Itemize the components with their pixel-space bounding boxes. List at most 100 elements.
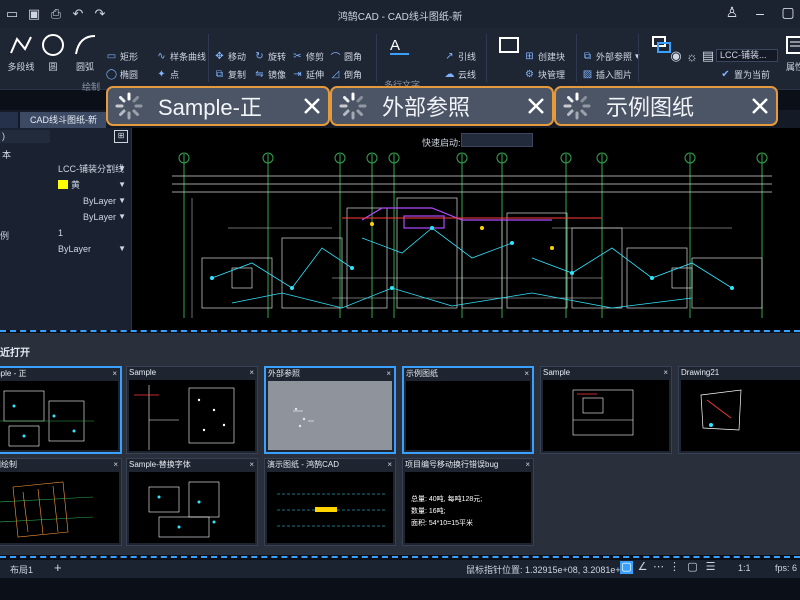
scale-value[interactable]: 1:1	[738, 563, 751, 573]
prop-row-lineweight[interactable]: ByLayer ▼	[0, 210, 132, 226]
close-icon[interactable]: ×	[525, 460, 530, 469]
chevron-down-icon: ▼	[118, 212, 126, 221]
close-icon[interactable]: ×	[663, 368, 668, 377]
floating-tab-sample-drawing[interactable]: 示例图纸	[554, 86, 778, 126]
recent-file-card[interactable]: Sample-替换字体 ×	[126, 458, 258, 546]
text-button[interactable]: A	[380, 32, 418, 58]
close-icon[interactable]: ×	[386, 369, 391, 378]
chamfer-button[interactable]: ◿ 倒角	[330, 68, 362, 81]
rotate-button[interactable]: ↻ 旋转	[254, 50, 286, 63]
set-current-button[interactable]: ✔ 置为当前	[720, 68, 770, 81]
grid-icon[interactable]: ⋮	[668, 561, 681, 574]
close-icon[interactable]	[526, 96, 546, 116]
sun-icon[interactable]: ☼	[684, 48, 700, 64]
close-icon[interactable]	[302, 96, 322, 116]
copy-button[interactable]: ⧉ 复制	[214, 68, 246, 81]
cloud-icon: ☁	[444, 69, 455, 80]
cloud-button[interactable]: ☁ 云线	[444, 68, 477, 81]
insert-image-button[interactable]: ▨ 插入图片	[582, 68, 632, 81]
block-manager-button[interactable]: ⚙ 块管理	[524, 68, 565, 81]
prop-row-layer[interactable]: LCC-铺装分割线 ▼	[0, 162, 132, 178]
extend-icon: ⇥	[293, 69, 302, 80]
prop-row-color[interactable]: 黄 ▼	[0, 178, 132, 194]
floating-tab-xref[interactable]: 外部参照	[330, 86, 554, 126]
polar-icon[interactable]: ⋯	[652, 561, 665, 574]
ellipse-icon: ◯	[105, 69, 118, 80]
close-icon[interactable]: ×	[524, 369, 529, 378]
chevron-down-icon: ▼	[118, 244, 126, 253]
maximize-button[interactable]: ▢	[780, 4, 796, 21]
home-tab[interactable]	[0, 112, 18, 128]
recent-file-card[interactable]: 外部参照 ×	[264, 366, 396, 454]
xref-button[interactable]: ⧉外部参照▾	[582, 50, 640, 63]
preview-text-line: 数量: 16吨;	[411, 508, 446, 515]
close-icon[interactable]: ×	[112, 369, 117, 378]
object-snap-icon[interactable]: ▢	[686, 561, 699, 574]
move-button[interactable]: ✥ 移动	[214, 50, 246, 63]
recent-file-card[interactable]: Drawing21 ×	[678, 366, 800, 454]
extend-button[interactable]: ⇥ 延伸	[292, 68, 324, 81]
tab-active-document[interactable]: CAD线斗图纸-新	[20, 112, 106, 128]
rectangle-icon: ▭	[106, 51, 117, 62]
minimize-button[interactable]: –	[752, 5, 768, 21]
ribbon-divider	[376, 34, 377, 82]
quick-start-input[interactable]	[461, 133, 533, 147]
open-folder-icon[interactable]: ▭	[4, 6, 20, 22]
close-icon[interactable]: ×	[249, 368, 254, 377]
close-icon[interactable]: ×	[387, 460, 392, 469]
cursor-coordinates: 鼠标指针位置: 1.32915e+08, 3.2081e+07	[466, 565, 631, 575]
floating-tab-sample[interactable]: Sample-正	[106, 86, 330, 126]
properties-panel: ) ⊞ 本 LCC-铺装分割线 ▼ 黄 ▼ ByLayer ▼ ByLayer ▼ 例1…	[0, 128, 132, 330]
image-icon: ▨	[582, 69, 593, 80]
user-icon[interactable]: ♙	[724, 4, 740, 21]
snap-toggle-icon[interactable]: ▢	[620, 561, 633, 574]
recent-file-card[interactable]: Sample ×	[540, 366, 672, 454]
lock-icon[interactable]: ▤	[700, 48, 716, 64]
recent-file-card[interactable]: 项目编号移动换行错误bug × 总量: 40吨, 每吨128元; 数量: 16吨…	[402, 458, 534, 546]
ortho-icon[interactable]: ∠	[636, 561, 649, 574]
create-block-button[interactable]: ⊞ 创建块	[524, 50, 565, 63]
fillet-button[interactable]: ⌒ 圆角	[330, 50, 363, 64]
recent-file-card[interactable]: mple - 正 ×	[0, 366, 122, 454]
save-icon[interactable]: ▣	[26, 6, 42, 22]
block-button[interactable]	[490, 32, 528, 58]
ellipse-button[interactable]: ◯ 椭圆	[106, 68, 138, 81]
close-icon[interactable]: ×	[249, 460, 254, 469]
file-thumbnail: 总量: 40吨, 每吨128元; 数量: 16吨; 面积: 54*10=15平米	[405, 472, 531, 543]
undo-icon[interactable]: ↶	[70, 6, 86, 22]
ribbon-divider	[576, 34, 577, 82]
prop-row-plotstyle[interactable]: ByLayer ▼	[0, 242, 132, 258]
print-icon[interactable]: ⎙	[48, 6, 64, 22]
prop-row-linetype[interactable]: ByLayer ▼	[0, 194, 132, 210]
recent-file-card[interactable]: Sample ×	[126, 366, 258, 454]
select-objects-icon[interactable]: ⊞	[114, 130, 128, 143]
rectangle-button[interactable]: ▭ 矩形	[106, 50, 138, 63]
layer-select[interactable]: LCC-铺装...	[716, 49, 778, 62]
add-layout-button[interactable]: +	[54, 560, 62, 575]
recent-file-card[interactable]: 演示图纸 - 鸿鹄CAD ×	[264, 458, 396, 546]
create-block-icon: ⊞	[525, 51, 534, 62]
title-bar: ▭ ▣ ⎙ ↶ ↷ 鸿鹄CAD - CAD线斗图纸-新 ♙ – ▢	[0, 0, 800, 28]
leader-button[interactable]: ↗ 引线	[444, 50, 476, 63]
trim-button[interactable]: ✂ 修剪	[292, 50, 324, 63]
preview-text-line: 总量: 40吨, 每吨128元;	[411, 496, 483, 503]
close-icon[interactable]: ×	[113, 460, 118, 469]
properties-button[interactable]: 属性	[776, 32, 800, 73]
file-thumbnail	[267, 472, 393, 543]
point-button[interactable]: ✦ 点	[156, 68, 179, 81]
mirror-button[interactable]: ⇋ 镜像	[254, 68, 286, 81]
lineweight-icon[interactable]: ☰	[704, 561, 717, 574]
ribbon-divider	[486, 34, 487, 82]
chevron-down-icon: ▼	[118, 196, 126, 205]
recent-file-card[interactable]: 示例图纸 ×	[402, 366, 534, 454]
recent-file-card[interactable]: 图绘制 ×	[0, 458, 122, 546]
arc-button[interactable]: 圆弧	[66, 32, 104, 73]
close-icon[interactable]	[750, 96, 770, 116]
properties-selector[interactable]: )	[0, 130, 50, 143]
eye-icon[interactable]: ◉	[668, 48, 684, 64]
tab-layout1[interactable]: 布局1	[10, 563, 33, 576]
spline-button[interactable]: ∿ 样条曲线	[156, 50, 206, 63]
prop-row-scale[interactable]: 例1	[0, 226, 132, 242]
redo-icon[interactable]: ↷	[92, 6, 108, 22]
drawing-canvas[interactable]	[132, 128, 800, 330]
